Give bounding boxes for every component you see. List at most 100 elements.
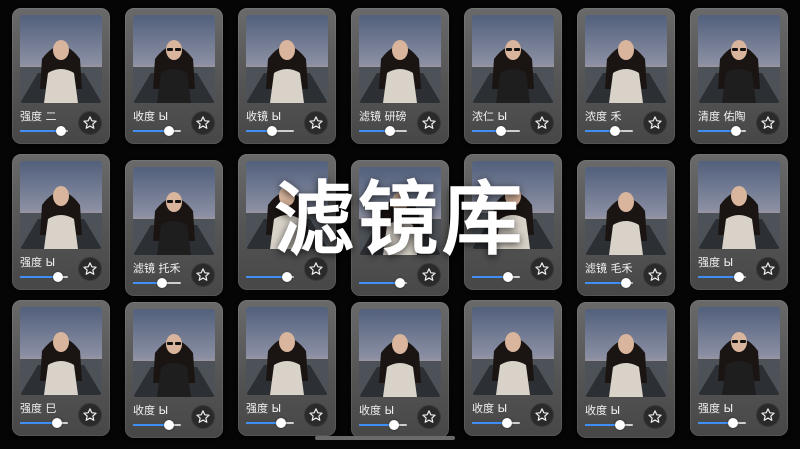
intensity-slider[interactable] — [133, 420, 181, 430]
slider-knob[interactable] — [267, 126, 278, 136]
filter-card[interactable]: 强度 二 — [12, 8, 110, 144]
intensity-slider[interactable] — [133, 126, 181, 136]
intensity-slider[interactable] — [246, 272, 294, 282]
filter-card[interactable]: 强度 Ы — [690, 300, 788, 436]
filter-preview-image — [246, 307, 328, 395]
filter-label: 浓度 禾 — [585, 110, 622, 123]
filter-preview-image — [133, 309, 215, 397]
filter-preview-image — [359, 309, 441, 397]
filter-label: 收度 Ы — [472, 402, 508, 415]
slider-knob[interactable] — [727, 418, 738, 428]
slider-fill — [585, 282, 626, 284]
favorite-button[interactable] — [78, 403, 102, 427]
favorite-button[interactable] — [530, 111, 554, 135]
favorite-button[interactable] — [756, 403, 780, 427]
intensity-slider[interactable] — [359, 420, 407, 430]
filter-card[interactable]: 收度 Ы — [125, 302, 223, 438]
slider-fill — [246, 276, 287, 278]
filter-card[interactable]: 收度 Ы — [351, 302, 449, 438]
slider-knob[interactable] — [275, 418, 286, 428]
intensity-slider[interactable] — [585, 126, 633, 136]
filter-preview-image — [585, 15, 667, 103]
filter-preview-image — [698, 15, 780, 103]
filter-card[interactable]: 清度 佑陶 — [690, 8, 788, 144]
intensity-slider[interactable] — [359, 278, 407, 288]
slider-knob[interactable] — [620, 278, 631, 288]
slider-knob[interactable] — [731, 126, 742, 136]
filter-card[interactable]: 浓仁 Ы — [464, 8, 562, 144]
filter-preview-image — [246, 15, 328, 103]
page-title: 滤镜库 — [274, 173, 526, 266]
favorite-button[interactable] — [643, 111, 667, 135]
favorite-button[interactable] — [78, 111, 102, 135]
filter-preview-image — [20, 15, 102, 103]
filter-label: 强度 Ы — [698, 402, 734, 415]
slider-fill — [20, 130, 61, 132]
filter-label: 收度 Ы — [585, 404, 621, 417]
filter-card[interactable]: 收度 Ы — [125, 8, 223, 144]
intensity-slider[interactable] — [585, 278, 633, 288]
filter-preview-image — [133, 15, 215, 103]
intensity-slider[interactable] — [246, 418, 294, 428]
intensity-slider[interactable] — [20, 272, 68, 282]
intensity-slider[interactable] — [698, 272, 746, 282]
filter-card[interactable]: 收镜 Ы — [238, 8, 336, 144]
filter-card[interactable]: 浓度 禾 — [577, 8, 675, 144]
intensity-slider[interactable] — [698, 418, 746, 428]
slider-knob[interactable] — [501, 418, 512, 428]
filter-card[interactable]: 强度 巳 — [12, 300, 110, 436]
favorite-button[interactable] — [530, 403, 554, 427]
filter-card[interactable]: 强度 Ы — [238, 300, 336, 436]
slider-knob[interactable] — [385, 126, 396, 136]
slider-fill — [359, 282, 400, 284]
slider-knob[interactable] — [281, 272, 292, 282]
filter-preview-image — [359, 15, 441, 103]
intensity-slider[interactable] — [698, 126, 746, 136]
favorite-button[interactable] — [304, 111, 328, 135]
intensity-slider[interactable] — [472, 272, 520, 282]
filter-label: 强度 二 — [20, 110, 57, 123]
slider-knob[interactable] — [495, 126, 506, 136]
favorite-button[interactable] — [417, 405, 441, 429]
slider-knob[interactable] — [53, 272, 64, 282]
favorite-button[interactable] — [304, 403, 328, 427]
slider-knob[interactable] — [55, 126, 66, 136]
intensity-slider[interactable] — [246, 126, 294, 136]
slider-knob[interactable] — [503, 272, 513, 282]
favorite-button[interactable] — [417, 111, 441, 135]
intensity-slider[interactable] — [472, 126, 520, 136]
slider-knob[interactable] — [52, 418, 63, 428]
slider-knob[interactable] — [394, 278, 405, 288]
slider-knob[interactable] — [164, 126, 174, 136]
filter-label: 收镜 Ы — [246, 110, 282, 123]
filter-preview-image — [472, 307, 554, 395]
slider-knob[interactable] — [164, 420, 174, 430]
filter-card[interactable]: 收度 Ы — [464, 300, 562, 436]
favorite-button[interactable] — [191, 405, 215, 429]
filter-preview-image — [698, 307, 780, 395]
favorite-button[interactable] — [756, 111, 780, 135]
slider-knob[interactable] — [733, 272, 744, 282]
filter-label: 收度 Ы — [133, 404, 169, 417]
intensity-slider[interactable] — [133, 278, 181, 288]
slider-knob[interactable] — [614, 420, 625, 430]
intensity-slider[interactable] — [20, 126, 68, 136]
filter-label: 收度 Ы — [359, 404, 395, 417]
intensity-slider[interactable] — [359, 126, 407, 136]
intensity-slider[interactable] — [585, 420, 633, 430]
intensity-slider[interactable] — [472, 418, 520, 428]
filter-label: 清度 佑陶 — [698, 110, 746, 123]
slider-knob[interactable] — [156, 278, 167, 288]
favorite-button[interactable] — [643, 405, 667, 429]
filter-preview-image — [585, 309, 667, 397]
filter-card[interactable]: 收度 Ы — [577, 302, 675, 438]
filter-card[interactable]: 滤镜 研磅 — [351, 8, 449, 144]
slider-knob[interactable] — [609, 126, 620, 136]
favorite-button[interactable] — [191, 111, 215, 135]
slider-knob[interactable] — [388, 420, 399, 430]
filter-label: 滤镜 研磅 — [359, 110, 407, 123]
home-indicator[interactable] — [315, 436, 455, 440]
intensity-slider[interactable] — [20, 418, 68, 428]
filter-label: 强度 Ы — [246, 402, 282, 415]
slider-fill — [698, 276, 739, 278]
